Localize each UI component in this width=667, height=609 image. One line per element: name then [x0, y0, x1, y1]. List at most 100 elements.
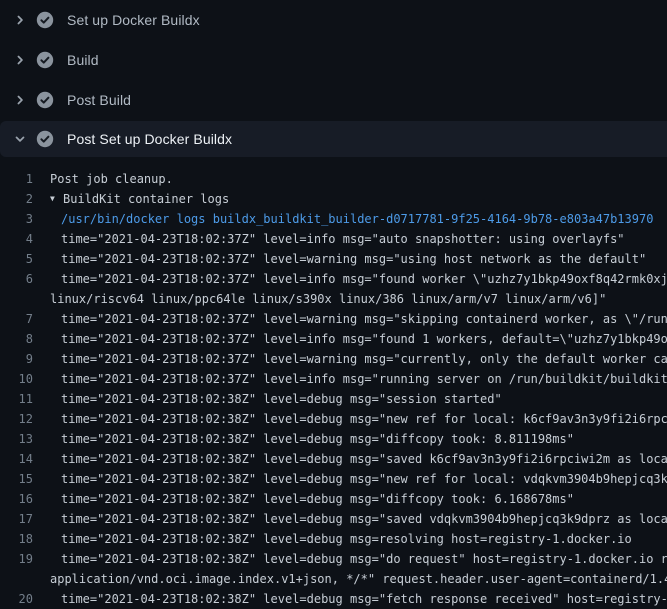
log-text: time="2021-04-23T18:02:38Z" level=debug …	[61, 589, 667, 609]
log-text-content: Post job cleanup.	[50, 169, 173, 189]
log-line: 17 time="2021-04-23T18:02:38Z" level=debu…	[0, 509, 667, 529]
log-text-content: time="2021-04-23T18:02:38Z" level=debug …	[61, 509, 667, 529]
log-text-content: time="2021-04-23T18:02:37Z" level=info m…	[61, 369, 667, 389]
log-text-content[interactable]: BuildKit container logs	[63, 189, 229, 209]
log-line-number[interactable]: 8	[0, 329, 33, 349]
log-line-number[interactable]: 14	[0, 449, 33, 469]
log-text: time="2021-04-23T18:02:37Z" level=info m…	[61, 369, 667, 389]
log-line: 15 time="2021-04-23T18:02:38Z" level=debu…	[0, 469, 667, 489]
log-line: 6 time="2021-04-23T18:02:37Z" level=info …	[0, 269, 667, 289]
log-text-content: time="2021-04-23T18:02:38Z" level=debug …	[61, 589, 667, 609]
log-line-number[interactable]: 13	[0, 429, 33, 449]
log-text: time="2021-04-23T18:02:38Z" level=debug …	[61, 549, 667, 569]
chevron-right-icon[interactable]	[12, 12, 28, 28]
log-line: 3/usr/bin/docker logs buildx_buildkit_bu…	[0, 209, 667, 229]
log-command-text: /usr/bin/docker logs buildx_buildkit_bui…	[61, 209, 653, 229]
log-text: time="2021-04-23T18:02:37Z" level=info m…	[61, 329, 667, 349]
log-text: time="2021-04-23T18:02:38Z" level=debug …	[61, 529, 632, 549]
chevron-right-icon[interactable]	[12, 52, 28, 68]
chevron-down-icon[interactable]	[12, 131, 28, 147]
log-text: linux/riscv64 linux/ppc64le linux/s390x …	[50, 289, 606, 309]
step-row[interactable]: Set up Docker Buildx	[0, 0, 667, 40]
log-line-number[interactable]: 2	[0, 189, 33, 209]
check-circle-icon	[36, 91, 54, 109]
log-text: ▼BuildKit container logs	[50, 189, 229, 209]
log-line: 20 time="2021-04-23T18:02:38Z" level=debu…	[0, 589, 667, 609]
log-text: time="2021-04-23T18:02:38Z" level=debug …	[61, 409, 667, 429]
log-viewer: 1 Post job cleanup. 2 ▼BuildKit container l…	[0, 169, 667, 609]
log-text-content: time="2021-04-23T18:02:38Z" level=debug …	[61, 449, 667, 469]
log-line: application/vnd.oci.image.index.v1+json,…	[0, 569, 667, 589]
log-line-number[interactable]: 16	[0, 489, 33, 509]
log-line-number[interactable]: 17	[0, 509, 33, 529]
log-text: time="2021-04-23T18:02:38Z" level=debug …	[61, 389, 502, 409]
log-line: 5 time="2021-04-23T18:02:37Z" level=warni…	[0, 249, 667, 269]
log-text-content: time="2021-04-23T18:02:38Z" level=debug …	[61, 469, 667, 489]
log-line: linux/riscv64 linux/ppc64le linux/s390x …	[0, 289, 667, 309]
log-line-number[interactable]: 10	[0, 369, 33, 389]
log-line-number[interactable]: 9	[0, 349, 33, 369]
log-text-content: time="2021-04-23T18:02:38Z" level=debug …	[61, 529, 632, 549]
log-line: 16 time="2021-04-23T18:02:38Z" level=debu…	[0, 489, 667, 509]
step-row[interactable]: Build	[0, 40, 667, 80]
group-toggle-icon[interactable]: ▼	[50, 189, 63, 209]
log-line-number[interactable]: 1	[0, 169, 33, 189]
log-line-number[interactable]: 3	[0, 209, 33, 229]
log-text: time="2021-04-23T18:02:38Z" level=debug …	[61, 509, 667, 529]
log-line-number[interactable]: 4	[0, 229, 33, 249]
log-text-content: time="2021-04-23T18:02:38Z" level=debug …	[61, 429, 574, 449]
log-line-number[interactable]: 6	[0, 269, 33, 289]
log-line-number[interactable]: 11	[0, 389, 33, 409]
log-line: 9 time="2021-04-23T18:02:37Z" level=warni…	[0, 349, 667, 369]
log-text: time="2021-04-23T18:02:37Z" level=warnin…	[61, 349, 667, 369]
step-label: Build	[67, 52, 99, 68]
log-line-number[interactable]: 15	[0, 469, 33, 489]
log-text-content: application/vnd.oci.image.index.v1+json,…	[50, 569, 667, 589]
steps-list: Set up Docker Buildx Build Post Build Post …	[0, 0, 667, 157]
log-text: time="2021-04-23T18:02:38Z" level=debug …	[61, 489, 574, 509]
log-line-number[interactable]: 5	[0, 249, 33, 269]
log-text-content: time="2021-04-23T18:02:38Z" level=debug …	[61, 489, 574, 509]
log-line: 8 time="2021-04-23T18:02:37Z" level=info …	[0, 329, 667, 349]
check-circle-icon	[36, 11, 54, 29]
log-line: 18 time="2021-04-23T18:02:38Z" level=debu…	[0, 529, 667, 549]
log-text-content: time="2021-04-23T18:02:38Z" level=debug …	[61, 389, 502, 409]
log-line-number	[0, 569, 33, 589]
log-text: time="2021-04-23T18:02:37Z" level=warnin…	[61, 249, 646, 269]
log-line-number[interactable]: 18	[0, 529, 33, 549]
log-line-number	[0, 289, 33, 309]
log-line: 10 time="2021-04-23T18:02:37Z" level=info…	[0, 369, 667, 389]
log-line: 11 time="2021-04-23T18:02:38Z" level=debu…	[0, 389, 667, 409]
log-line: 12 time="2021-04-23T18:02:38Z" level=debu…	[0, 409, 667, 429]
log-text-content: time="2021-04-23T18:02:38Z" level=debug …	[61, 409, 667, 429]
check-circle-icon	[36, 51, 54, 69]
step-label: Post Set up Docker Buildx	[67, 131, 232, 147]
log-text-content: time="2021-04-23T18:02:37Z" level=info m…	[61, 329, 667, 349]
log-text: time="2021-04-23T18:02:37Z" level=warnin…	[61, 309, 667, 329]
log-text: application/vnd.oci.image.index.v1+json,…	[50, 569, 667, 589]
log-line: 2 ▼BuildKit container logs	[0, 189, 667, 209]
step-row-expanded[interactable]: Post Set up Docker Buildx	[0, 121, 667, 157]
step-row[interactable]: Post Build	[0, 80, 667, 120]
log-text-content: time="2021-04-23T18:02:37Z" level=warnin…	[61, 349, 667, 369]
log-line: 13 time="2021-04-23T18:02:38Z" level=debu…	[0, 429, 667, 449]
log-line-number[interactable]: 20	[0, 589, 33, 609]
log-text: time="2021-04-23T18:02:37Z" level=info m…	[61, 269, 667, 289]
log-text: time="2021-04-23T18:02:38Z" level=debug …	[61, 449, 667, 469]
log-line-number[interactable]: 12	[0, 409, 33, 429]
log-line: 7 time="2021-04-23T18:02:37Z" level=warni…	[0, 309, 667, 329]
log-text-content: time="2021-04-23T18:02:37Z" level=warnin…	[61, 309, 667, 329]
chevron-right-icon[interactable]	[12, 92, 28, 108]
log-line: 4 time="2021-04-23T18:02:37Z" level=info …	[0, 229, 667, 249]
log-text: time="2021-04-23T18:02:37Z" level=info m…	[61, 229, 625, 249]
log-text-content: linux/riscv64 linux/ppc64le linux/s390x …	[50, 289, 606, 309]
log-text-content: time="2021-04-23T18:02:37Z" level=info m…	[61, 269, 667, 289]
log-line-number[interactable]: 19	[0, 549, 33, 569]
log-text: Post job cleanup.	[50, 169, 173, 189]
log-line: 19 time="2021-04-23T18:02:38Z" level=debu…	[0, 549, 667, 569]
log-line-number[interactable]: 7	[0, 309, 33, 329]
log-text: time="2021-04-23T18:02:38Z" level=debug …	[61, 429, 574, 449]
step-label: Set up Docker Buildx	[67, 12, 200, 28]
log-text-content: /usr/bin/docker logs buildx_buildkit_bui…	[61, 209, 653, 229]
log-text-content: time="2021-04-23T18:02:38Z" level=debug …	[61, 549, 667, 569]
